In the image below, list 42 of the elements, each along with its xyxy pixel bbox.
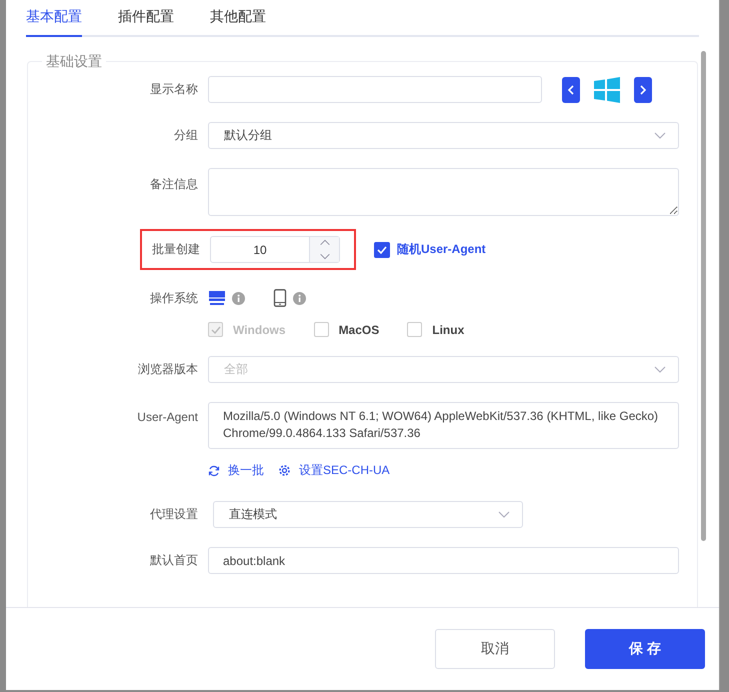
- checkbox[interactable]: [374, 242, 390, 258]
- field-label: 操作系统: [149, 290, 198, 306]
- checkbox-label: Windows: [233, 322, 286, 336]
- cancel-button[interactable]: 取消: [435, 629, 555, 669]
- field-label: 代理设置: [149, 506, 198, 523]
- field-label: User-Agent: [136, 409, 198, 424]
- tab[interactable]: 基本配置: [26, 4, 82, 37]
- field-label: 默认首页: [149, 552, 198, 569]
- user-agent-field[interactable]: Mozilla/5.0 (Windows NT 6.1; WOW64) AppleWebKit/537.36 (KHTML, like Gecko) Chrome/99.0.4864.133 Safari/537.36: [208, 402, 679, 449]
- chevron-left-icon: [567, 84, 575, 94]
- save-button[interactable]: 保 存: [585, 629, 705, 669]
- field-label: 批量创建: [152, 241, 200, 258]
- input-field[interactable]: [208, 76, 542, 103]
- section-title: 基础设置: [42, 53, 106, 71]
- desktop-icon[interactable]: [208, 289, 226, 307]
- settings-icon: [278, 464, 291, 477]
- scrollbar[interactable]: [701, 51, 706, 541]
- field-label: 分组: [173, 127, 198, 144]
- field-label: 显示名称: [149, 81, 198, 98]
- previous-button[interactable]: [562, 76, 580, 102]
- field-label: 备注信息: [149, 176, 198, 193]
- notes-field[interactable]: [208, 168, 679, 216]
- homepage-field[interactable]: about:blank: [208, 547, 679, 574]
- field-label: 浏览器版本: [137, 361, 198, 378]
- tab[interactable]: 插件配置: [118, 4, 174, 37]
- tab[interactable]: 其他配置: [210, 4, 266, 37]
- checkmark-icon: [376, 244, 388, 256]
- number-field[interactable]: 10: [210, 236, 340, 263]
- refresh-link[interactable]: 换一批: [208, 462, 264, 479]
- refresh-icon: [208, 464, 220, 476]
- proxy-dropdown[interactable]: 直连模式: [213, 501, 523, 528]
- chevron-right-icon: [639, 84, 647, 94]
- info-icon: [293, 292, 306, 304]
- settings-link[interactable]: 设置SEC-CH-UA: [278, 462, 390, 479]
- next-button[interactable]: [634, 76, 652, 102]
- checkbox-label: Linux: [432, 322, 464, 336]
- checkbox-label: MacOS: [338, 322, 380, 336]
- windows-icon: [594, 76, 620, 102]
- info-icon: [232, 292, 245, 304]
- mobile-icon[interactable]: [273, 289, 287, 307]
- checkbox-label: 随机User-Agent: [397, 241, 486, 258]
- group-dropdown[interactable]: 默认分组: [208, 122, 679, 149]
